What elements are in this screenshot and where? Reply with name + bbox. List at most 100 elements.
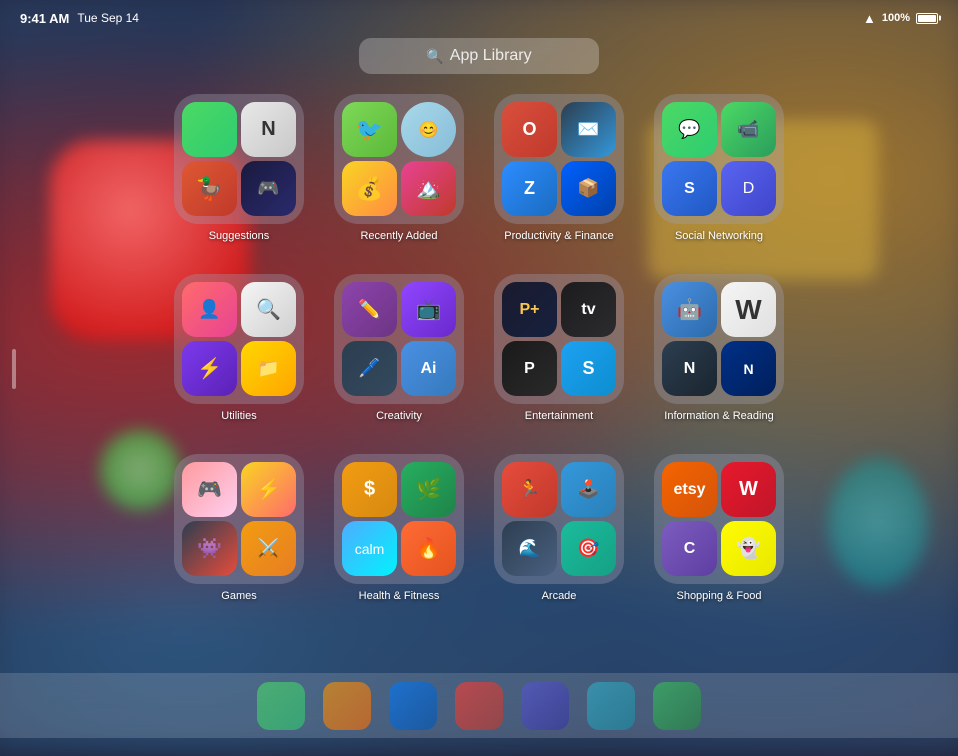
app-spark: ✉️ — [561, 102, 616, 157]
folder-utilities-box: 👤 🔍 ⚡ 📁 — [174, 274, 304, 404]
wifi-icon: ▲ — [863, 11, 876, 26]
folder-suggestions-box: N 🦆 🎮 — [174, 94, 304, 224]
folder-entertainment-label: Entertainment — [525, 410, 593, 422]
folder-productivity-box: O ✉️ Z 📦 — [494, 94, 624, 224]
app-mountain: 🏔️ — [401, 161, 456, 216]
folder-information[interactable]: 🤖 W N N Information & Reading — [649, 274, 789, 434]
folder-arcade-box: 🏃 🕹️ 🌊 🎯 — [494, 454, 624, 584]
app-brawl: ⚔️ — [241, 521, 296, 576]
app-pokemon: ⚡ — [241, 462, 296, 517]
app-facetime: 📹 — [721, 102, 776, 157]
app-dropbox: 📦 — [561, 161, 616, 216]
app-news: N — [721, 341, 776, 396]
app-etsy: etsy — [662, 462, 717, 517]
app-robot: 🤖 — [662, 282, 717, 337]
app-library-grid: N 🦆 🎮 Suggestions 🐦 😊 💰 🏔️ Recently Adde… — [169, 94, 789, 614]
folder-suggestions[interactable]: N 🦆 🎮 Suggestions — [169, 94, 309, 254]
etsy-text: etsy — [673, 481, 705, 499]
folder-games[interactable]: 🎮 ⚡ 👾 ⚔️ Games — [169, 454, 309, 614]
battery-percent: 100% — [882, 12, 910, 24]
dock-icon-1[interactable] — [257, 682, 305, 730]
folder-information-label: Information & Reading — [664, 410, 773, 422]
app-among-us: 👾 — [182, 521, 237, 576]
folder-recently-added-box: 🐦 😊 💰 🏔️ — [334, 94, 464, 224]
app-craft: C — [662, 521, 717, 576]
app-arcade-2: 🕹️ — [561, 462, 616, 517]
battery-icon — [916, 13, 938, 24]
folder-shopping-label: Shopping & Food — [676, 590, 761, 602]
folder-recently-added-label: Recently Added — [360, 230, 437, 242]
status-time: 9:41 AM — [20, 11, 69, 26]
app-photo: 😊 — [401, 102, 456, 157]
search-placeholder: App Library — [450, 47, 532, 65]
app-snap: 👻 — [721, 521, 776, 576]
battery-container — [916, 13, 938, 24]
app-nebula: N — [662, 341, 717, 396]
dock-icon-3[interactable] — [389, 682, 437, 730]
app-walgreens: W — [721, 462, 776, 517]
app-noteship: N — [241, 102, 296, 157]
folder-social[interactable]: 💬 📹 S D Social Networking — [649, 94, 789, 254]
folder-social-label: Social Networking — [675, 230, 763, 242]
app-pockettube: P — [502, 341, 557, 396]
folder-health[interactable]: $ 🌿 calm 🔥 Health & Fitness — [329, 454, 469, 614]
status-bar: 9:41 AM Tue Sep 14 ▲ 100% — [0, 0, 958, 30]
wiki-text: W — [735, 294, 761, 326]
app-files: 📁 — [241, 341, 296, 396]
dock-icon-5[interactable] — [521, 682, 569, 730]
search-icon: 🔍 — [426, 48, 443, 65]
app-anime: 🎮 — [182, 462, 237, 517]
status-date: Tue Sep 14 — [77, 11, 139, 25]
folder-entertainment[interactable]: P+ tv P S Entertainment — [489, 274, 629, 434]
app-dollar: $ — [342, 462, 397, 517]
app-gamecenter: 🎮 — [241, 161, 296, 216]
app-library: 🔍 App Library N 🦆 🎮 Suggestions 🐦 😊 💰 🏔️ — [190, 38, 768, 678]
search-bar[interactable]: 🔍 App Library — [359, 38, 599, 74]
battery-fill — [918, 15, 936, 22]
folder-recently-added[interactable]: 🐦 😊 💰 🏔️ Recently Added — [329, 94, 469, 254]
folder-information-box: 🤖 W N N — [654, 274, 784, 404]
folder-shopping-box: etsy W C 👻 — [654, 454, 784, 584]
folder-utilities-label: Utilities — [221, 410, 256, 422]
app-wikipedia: W — [721, 282, 776, 337]
app-arcade-3: 🌊 — [502, 521, 557, 576]
folder-suggestions-label: Suggestions — [209, 230, 270, 242]
folder-productivity-label: Productivity & Finance — [504, 230, 613, 242]
dock — [0, 673, 958, 738]
folder-arcade[interactable]: 🏃 🕹️ 🌊 🎯 Arcade — [489, 454, 629, 614]
dock-icon-2[interactable] — [323, 682, 371, 730]
app-vectornator: ✏️ — [342, 282, 397, 337]
dock-icon-6[interactable] — [587, 682, 635, 730]
app-messages — [182, 102, 237, 157]
folder-health-label: Health & Fitness — [359, 590, 440, 602]
app-fire: 🔥 — [401, 521, 456, 576]
folder-arcade-label: Arcade — [542, 590, 577, 602]
dock-icon-4[interactable] — [455, 682, 503, 730]
app-paramount: P+ — [502, 282, 557, 337]
dollar-s: $ — [364, 478, 375, 501]
app-sketch: 🖊️ — [342, 341, 397, 396]
app-appletv: tv — [561, 282, 616, 337]
side-control — [12, 349, 16, 389]
app-coin: 💰 — [342, 161, 397, 216]
app-discord: D — [721, 161, 776, 216]
app-leaf: 🌿 — [401, 462, 456, 517]
folder-utilities[interactable]: 👤 🔍 ⚡ 📁 Utilities — [169, 274, 309, 434]
app-shortcuts: ⚡ — [182, 341, 237, 396]
app-shazam: S — [561, 341, 616, 396]
app-affinity: Ai — [401, 341, 456, 396]
folder-entertainment-box: P+ tv P S — [494, 274, 624, 404]
app-magnifier: 🔍 — [241, 282, 296, 337]
app-contacts: 👤 — [182, 282, 237, 337]
folder-shopping[interactable]: etsy W C 👻 Shopping & Food — [649, 454, 789, 614]
app-twitch: 📺 — [401, 282, 456, 337]
folder-games-box: 🎮 ⚡ 👾 ⚔️ — [174, 454, 304, 584]
app-calm: calm — [342, 521, 397, 576]
folder-productivity[interactable]: O ✉️ Z 📦 Productivity & Finance — [489, 94, 629, 254]
app-arcade-4: 🎯 — [561, 521, 616, 576]
folder-creativity-box: ✏️ 📺 🖊️ Ai — [334, 274, 464, 404]
app-zoom: Z — [502, 161, 557, 216]
dock-icon-7[interactable] — [653, 682, 701, 730]
folder-creativity[interactable]: ✏️ 📺 🖊️ Ai Creativity — [329, 274, 469, 434]
folder-social-box: 💬 📹 S D — [654, 94, 784, 224]
